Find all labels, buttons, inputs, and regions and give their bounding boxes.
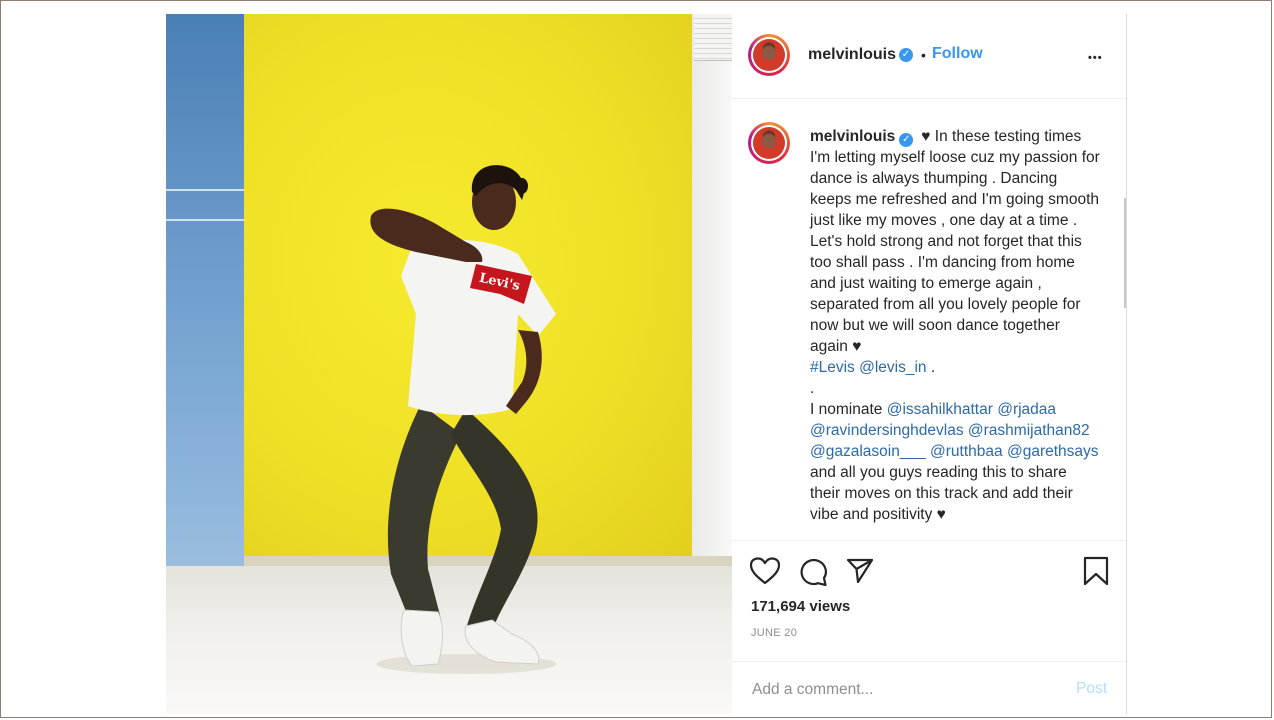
post-details-panel: melvinlouis ✓ • Follow ••• melvinlouis ✓ ♥… (732, 14, 1127, 714)
nominate-intro: I nominate (810, 401, 883, 418)
caption-dot-line: . (810, 380, 815, 397)
mention-rutthbaa[interactable]: @rutthbaa (930, 443, 1003, 460)
more-options-icon[interactable]: ••• (1088, 48, 1103, 68)
view-count[interactable]: 171,694 views (751, 598, 850, 615)
dancer-figure: Levi's (370, 165, 556, 674)
separator-dot: • (921, 47, 926, 63)
nominate-outro: and all you guys reading this to share t… (810, 464, 1073, 523)
verified-badge-icon: ✓ (899, 48, 913, 62)
mention-ravindersinghdevlas[interactable]: @ravindersinghdevlas (810, 422, 964, 439)
post-comment-button[interactable]: Post (1076, 680, 1107, 698)
comment-box: Post (732, 661, 1126, 716)
post-date[interactable]: JUNE 20 (751, 627, 797, 639)
caption-username[interactable]: melvinlouis (810, 128, 895, 145)
comment-input[interactable] (750, 676, 1054, 704)
mention-levis-in[interactable]: @levis_in (859, 359, 926, 376)
hashtag-levis[interactable]: #Levis (810, 359, 855, 376)
share-icon[interactable] (846, 558, 874, 584)
caption-scrollbar[interactable] (1124, 198, 1126, 308)
caption-body: In these testing times I'm letting mysel… (810, 128, 1100, 355)
caption-verified-badge-icon: ✓ (899, 133, 914, 147)
author-avatar[interactable] (748, 34, 790, 76)
heart-icon[interactable] (750, 557, 780, 585)
caption-heart: ♥ (921, 128, 931, 145)
caption-end-dot: . (930, 359, 936, 376)
post-header: melvinlouis ✓ • Follow ••• (732, 14, 1126, 99)
mention-issahilkhattar[interactable]: @issahilkhattar (887, 401, 993, 418)
follow-button[interactable]: Follow (932, 45, 983, 63)
bookmark-icon[interactable] (1083, 556, 1109, 586)
author-username[interactable]: melvinlouis (808, 46, 896, 64)
mention-garethsays[interactable]: @garethsays (1007, 443, 1099, 460)
mention-rjadaa[interactable]: @rjadaa (997, 401, 1056, 418)
post-caption: melvinlouis ✓ ♥ In these testing times I'm… (810, 126, 1100, 525)
caption-author-avatar[interactable] (748, 122, 790, 164)
mention-gazalasoin[interactable]: @gazalasoin___ (810, 443, 926, 460)
post-actions: 171,694 views JUNE 20 Post (732, 540, 1126, 715)
post-video[interactable]: Levi's (166, 14, 732, 714)
comment-icon[interactable] (798, 557, 828, 587)
caption-scroll-area[interactable]: melvinlouis ✓ ♥ In these testing times I'm… (732, 98, 1126, 538)
mention-rashmijathan82[interactable]: @rashmijathan82 (968, 422, 1090, 439)
